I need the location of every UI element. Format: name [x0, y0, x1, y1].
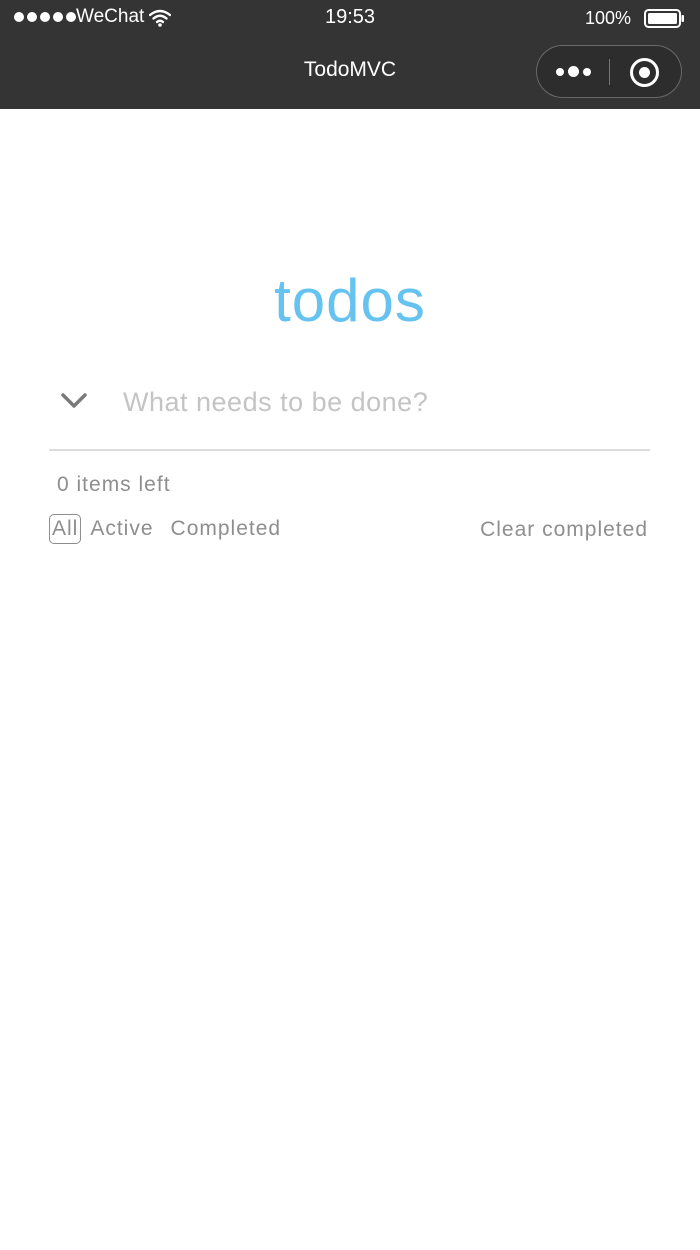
input-divider [49, 449, 650, 451]
filter-completed[interactable]: Completed [171, 516, 282, 542]
top-bar: WeChat 19:53 100% TodoMVC [0, 0, 700, 109]
chevron-down-icon[interactable] [58, 390, 90, 412]
status-bar: WeChat 19:53 100% [0, 0, 700, 36]
filter-active[interactable]: Active [90, 516, 153, 542]
miniprogram-capsule [536, 45, 682, 98]
clear-completed-button[interactable]: Clear completed [480, 517, 648, 543]
app-title: todos [274, 267, 426, 334]
battery-icon [644, 9, 684, 28]
phone-screen: WeChat 19:53 100% TodoMVC todos What nee… [0, 0, 700, 1250]
new-todo-input[interactable] [123, 380, 643, 424]
filter-bar: All Active Completed [49, 514, 281, 544]
filter-all[interactable]: All [49, 514, 82, 544]
close-miniprogram-icon[interactable] [629, 57, 660, 88]
more-dots-icon[interactable] [537, 46, 609, 97]
battery-percent: 100% [585, 8, 632, 28]
capsule-divider [609, 59, 610, 85]
items-left-count: 0 items left [57, 473, 171, 496]
